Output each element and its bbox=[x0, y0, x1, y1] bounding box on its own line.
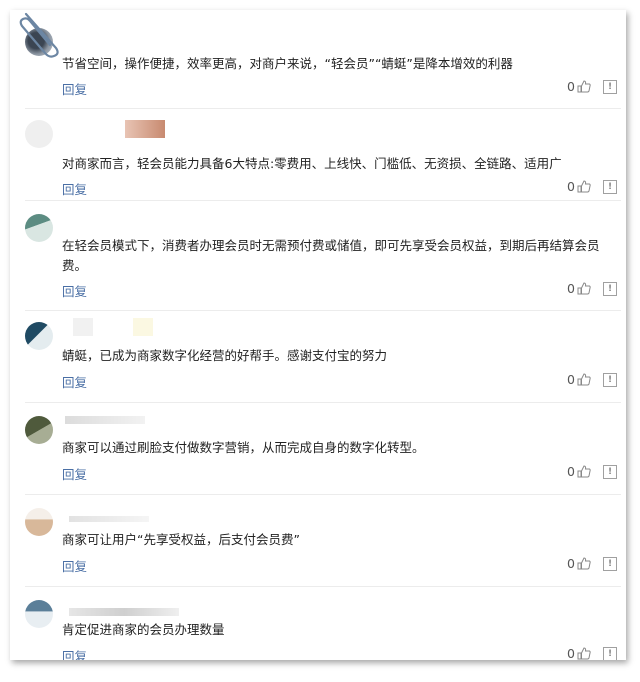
reply-link[interactable]: 回复 bbox=[62, 281, 87, 300]
report-icon[interactable]: ! bbox=[603, 556, 617, 571]
like-button[interactable]: 0 bbox=[567, 79, 591, 94]
thumbs-up-icon bbox=[577, 180, 591, 193]
reply-link[interactable]: 回复 bbox=[62, 646, 87, 660]
paperclip-icon bbox=[19, 12, 59, 58]
comment-item: 节省空间，操作便捷，效率更高，对商户来说，“轻会员”“蜻蜓”是降本增效的利器 回… bbox=[25, 28, 621, 109]
like-count: 0 bbox=[567, 79, 575, 94]
like-count: 0 bbox=[567, 646, 575, 660]
report-icon[interactable]: ! bbox=[603, 372, 617, 387]
thumbs-up-icon bbox=[577, 373, 591, 386]
report-icon[interactable]: ! bbox=[603, 79, 617, 94]
comment-text: 商家可以通过刷脸支付做数字营销，从而完成自身的数字化转型。 bbox=[62, 440, 425, 455]
username-blurred bbox=[65, 416, 145, 424]
like-count: 0 bbox=[567, 281, 575, 296]
like-count: 0 bbox=[567, 179, 575, 194]
like-count: 0 bbox=[567, 464, 575, 479]
reply-link[interactable]: 回复 bbox=[62, 79, 87, 98]
comment-item: 商家可以通过刷脸支付做数字营销，从而完成自身的数字化转型。 回复 0 ! bbox=[25, 402, 621, 495]
username-blurred bbox=[125, 120, 165, 138]
report-icon[interactable]: ! bbox=[603, 464, 617, 479]
reply-link[interactable]: 回复 bbox=[62, 179, 87, 198]
comment-text: 商家可让用户“先享受权益，后支付会员费” bbox=[62, 532, 300, 547]
like-button[interactable]: 0 bbox=[567, 464, 591, 479]
avatar[interactable] bbox=[25, 214, 53, 242]
comment-panel: 节省空间，操作便捷，效率更高，对商户来说，“轻会员”“蜻蜓”是降本增效的利器 回… bbox=[10, 10, 626, 660]
comment-actions: 0 ! bbox=[567, 556, 617, 571]
like-button[interactable]: 0 bbox=[567, 646, 591, 660]
report-icon[interactable]: ! bbox=[603, 281, 617, 296]
like-button[interactable]: 0 bbox=[567, 281, 591, 296]
like-button[interactable]: 0 bbox=[567, 556, 591, 571]
comment-actions: 0 ! bbox=[567, 281, 617, 296]
avatar[interactable] bbox=[25, 120, 53, 148]
comment-actions: 0 ! bbox=[567, 79, 617, 94]
username-blurred bbox=[69, 516, 149, 522]
comment-actions: 0 ! bbox=[567, 372, 617, 387]
avatar[interactable] bbox=[25, 322, 53, 350]
thumbs-up-icon bbox=[577, 557, 591, 570]
like-count: 0 bbox=[567, 372, 575, 387]
like-button[interactable]: 0 bbox=[567, 372, 591, 387]
thumbs-up-icon bbox=[577, 465, 591, 478]
reply-link[interactable]: 回复 bbox=[62, 556, 87, 575]
avatar[interactable] bbox=[25, 600, 53, 628]
like-button[interactable]: 0 bbox=[567, 179, 591, 194]
comment-item: 对商家而言，轻会员能力具备6大特点:零费用、上线快、门槛低、无资损、全链路、适用… bbox=[25, 108, 621, 201]
comment-text: 对商家而言，轻会员能力具备6大特点:零费用、上线快、门槛低、无资损、全链路、适用… bbox=[62, 156, 562, 171]
comment-actions: 0 ! bbox=[567, 464, 617, 479]
comment-item: 在轻会员模式下，消费者办理会员时无需预付费或储值，即可先享受会员权益，到期后再结… bbox=[25, 200, 621, 311]
thumbs-up-icon bbox=[577, 282, 591, 295]
comment-actions: 0 ! bbox=[567, 179, 617, 194]
comment-actions: 0 ! bbox=[567, 646, 617, 660]
comment-text: 在轻会员模式下，消费者办理会员时无需预付费或储值，即可先享受会员权益，到期后再结… bbox=[62, 238, 600, 273]
reply-link[interactable]: 回复 bbox=[62, 372, 87, 391]
report-icon[interactable]: ! bbox=[603, 646, 617, 660]
comment-item: 肯定促进商家的会员办理数量 回复 0 ! bbox=[25, 586, 621, 660]
avatar[interactable] bbox=[25, 416, 53, 444]
like-count: 0 bbox=[567, 556, 575, 571]
comment-item: 蜻蜓，已成为商家数字化经营的好帮手。感谢支付宝的努力 回复 0 ! bbox=[25, 310, 621, 403]
thumbs-up-icon bbox=[577, 647, 591, 660]
thumbs-up-icon bbox=[577, 80, 591, 93]
report-icon[interactable]: ! bbox=[603, 179, 617, 194]
comment-text: 肯定促进商家的会员办理数量 bbox=[62, 622, 225, 637]
username-blurred bbox=[73, 318, 93, 336]
comment-text: 节省空间，操作便捷，效率更高，对商户来说，“轻会员”“蜻蜓”是降本增效的利器 bbox=[62, 56, 513, 71]
reply-link[interactable]: 回复 bbox=[62, 464, 87, 483]
comment-item: 商家可让用户“先享受权益，后支付会员费” 回复 0 ! bbox=[25, 494, 621, 587]
avatar[interactable] bbox=[25, 508, 53, 536]
comment-text: 蜻蜓，已成为商家数字化经营的好帮手。感谢支付宝的努力 bbox=[62, 348, 388, 363]
username-blurred bbox=[133, 318, 153, 336]
username-blurred bbox=[69, 608, 179, 616]
